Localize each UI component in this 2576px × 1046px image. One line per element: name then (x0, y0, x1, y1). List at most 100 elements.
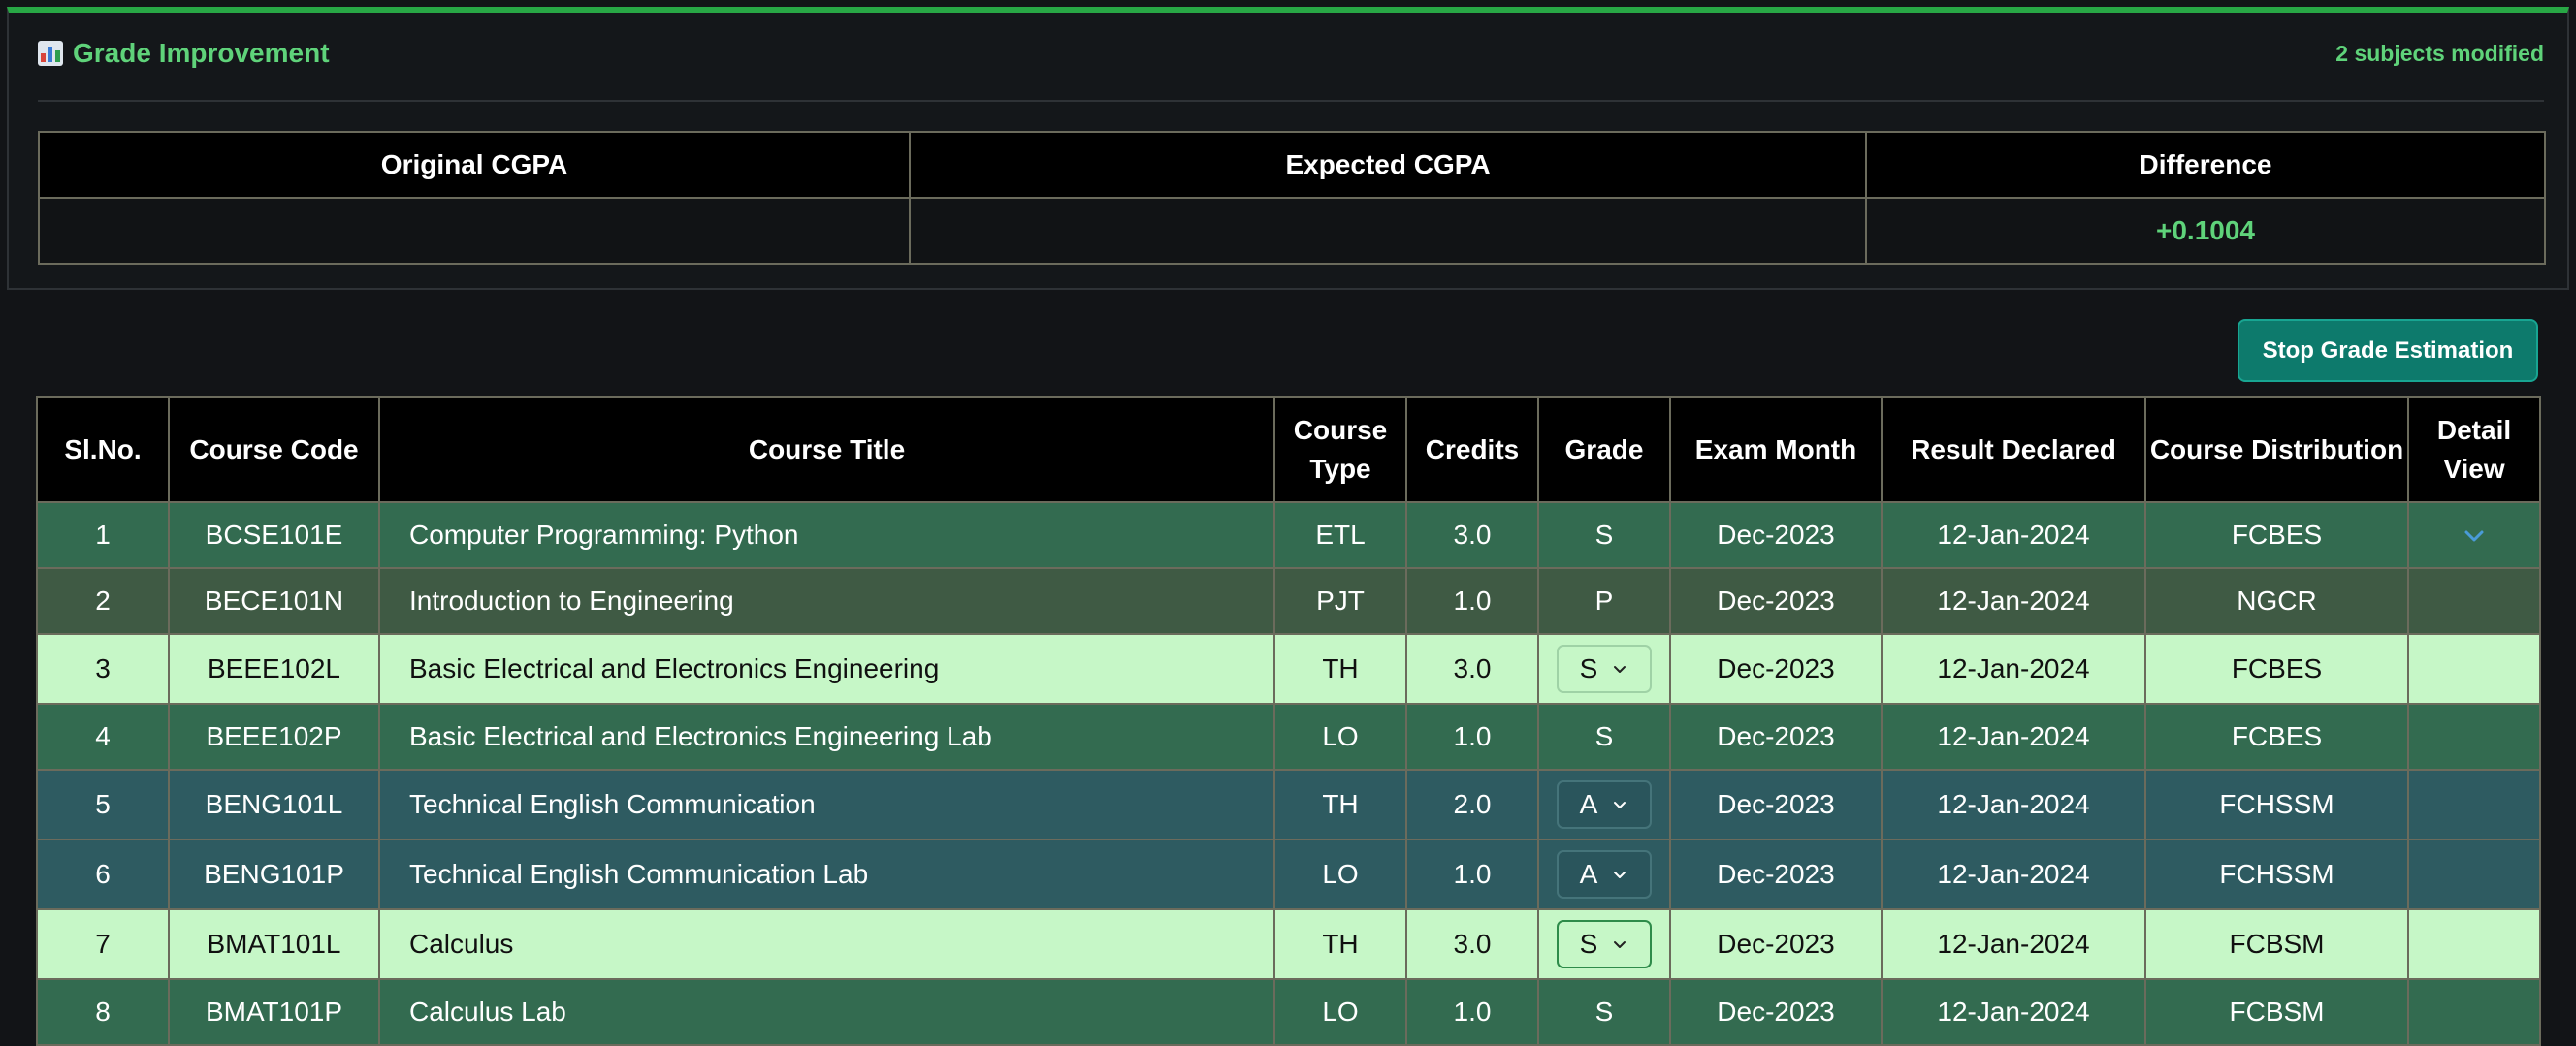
original-cgpa-value (38, 197, 911, 265)
grade-cell: A (1537, 839, 1671, 910)
course-type-cell: LO (1273, 703, 1407, 771)
course-distribution-cell: FCBES (2144, 501, 2409, 569)
slno-cell: 5 (36, 769, 170, 840)
expected-cgpa-value (909, 197, 1867, 265)
result-declared-cell: 12-Jan-2024 (1881, 769, 2146, 840)
grade-improvement-panel: Grade Improvement 2 subjects modified Or… (7, 7, 2569, 290)
credits-cell: 1.0 (1405, 839, 1539, 910)
table-row: 5 BENG101L Technical English Communicati… (36, 769, 2541, 840)
exam-month-header: Exam Month (1669, 396, 1883, 503)
expected-cgpa-header: Expected CGPA (909, 131, 1867, 199)
grade-cell: S (1537, 633, 1671, 705)
course-code-cell: BMAT101L (168, 908, 380, 980)
credits-cell: 3.0 (1405, 501, 1539, 569)
grade-cell: S (1537, 908, 1671, 980)
exam-month-cell: Dec-2023 (1669, 908, 1883, 980)
grade-select[interactable]: A (1557, 780, 1652, 829)
course-distribution-cell: FCHSSM (2144, 839, 2409, 910)
grade-select-value: A (1579, 789, 1598, 819)
exam-month-cell: Dec-2023 (1669, 839, 1883, 910)
panel-title: Grade Improvement (38, 38, 330, 69)
table-header-row: Sl.No. Course Code Course Title Course T… (36, 396, 2541, 503)
course-title-cell: Basic Electrical and Electronics Enginee… (378, 703, 1275, 771)
credits-cell: 2.0 (1405, 769, 1539, 840)
exam-month-cell: Dec-2023 (1669, 501, 1883, 569)
chevron-down-icon[interactable] (2460, 522, 2489, 551)
result-declared-cell: 12-Jan-2024 (1881, 703, 2146, 771)
course-title-header: Course Title (378, 396, 1275, 503)
chevron-down-icon (1614, 666, 1626, 673)
course-title-cell: Calculus (378, 908, 1275, 980)
exam-month-cell: Dec-2023 (1669, 567, 1883, 635)
grade-select[interactable]: S (1557, 645, 1652, 693)
course-distribution-cell: FCBES (2144, 703, 2409, 771)
detail-view-header: Detail View (2407, 396, 2541, 503)
course-type-cell: ETL (1273, 501, 1407, 569)
panel-title-text: Grade Improvement (73, 38, 330, 68)
course-code-header: Course Code (168, 396, 380, 503)
course-title-cell: Basic Electrical and Electronics Enginee… (378, 633, 1275, 705)
credits-cell: 1.0 (1405, 978, 1539, 1046)
course-title-cell: Computer Programming: Python (378, 501, 1275, 569)
panel-header: Grade Improvement 2 subjects modified (38, 34, 2544, 73)
divider (38, 100, 2544, 102)
result-declared-cell: 12-Jan-2024 (1881, 839, 2146, 910)
grade-header: Grade (1537, 396, 1671, 503)
chevron-down-icon (1614, 872, 1626, 878)
course-title-cell: Technical English Communication (378, 769, 1275, 840)
detail-view-cell (2407, 839, 2541, 910)
course-distribution-cell: NGCR (2144, 567, 2409, 635)
stop-grade-estimation-button[interactable]: Stop Grade Estimation (2238, 319, 2538, 382)
difference-value: +0.1004 (1865, 197, 2546, 265)
result-declared-cell: 12-Jan-2024 (1881, 908, 2146, 980)
course-code-cell: BENG101L (168, 769, 380, 840)
slno-header: Sl.No. (36, 396, 170, 503)
credits-cell: 1.0 (1405, 703, 1539, 771)
table-row: 8 BMAT101P Calculus Lab LO 1.0 S Dec-202… (36, 978, 2541, 1046)
course-title-cell: Introduction to Engineering (378, 567, 1275, 635)
course-code-cell: BMAT101P (168, 978, 380, 1046)
table-row: 6 BENG101P Technical English Communicati… (36, 839, 2541, 910)
slno-cell: 8 (36, 978, 170, 1046)
grade-select[interactable]: S (1557, 920, 1652, 968)
exam-month-cell: Dec-2023 (1669, 633, 1883, 705)
detail-view-cell (2407, 633, 2541, 705)
course-distribution-cell: FCHSSM (2144, 769, 2409, 840)
result-declared-cell: 12-Jan-2024 (1881, 633, 2146, 705)
course-distribution-cell: FCBES (2144, 633, 2409, 705)
course-type-cell: LO (1273, 978, 1407, 1046)
grade-select-value: S (1579, 653, 1598, 683)
grade-cell: S (1537, 703, 1671, 771)
grade-cell: A (1537, 769, 1671, 840)
table-row: 1 BCSE101E Computer Programming: Python … (36, 501, 2541, 569)
course-type-header: Course Type (1273, 396, 1407, 503)
course-type-cell: PJT (1273, 567, 1407, 635)
result-declared-cell: 12-Jan-2024 (1881, 501, 2146, 569)
slno-cell: 3 (36, 633, 170, 705)
detail-view-cell[interactable] (2407, 501, 2541, 569)
detail-view-cell (2407, 978, 2541, 1046)
slno-cell: 6 (36, 839, 170, 910)
exam-month-cell: Dec-2023 (1669, 769, 1883, 840)
course-type-cell: TH (1273, 908, 1407, 980)
grade-select-value: S (1579, 929, 1598, 959)
grade-select[interactable]: A (1557, 850, 1652, 899)
course-code-cell: BEEE102L (168, 633, 380, 705)
result-declared-cell: 12-Jan-2024 (1881, 978, 2146, 1046)
cgpa-summary-table: Original CGPA Expected CGPA Difference +… (38, 131, 2546, 265)
course-title-cell: Technical English Communication Lab (378, 839, 1275, 910)
credits-cell: 3.0 (1405, 633, 1539, 705)
original-cgpa-header: Original CGPA (38, 131, 911, 199)
chevron-down-icon (1614, 941, 1626, 948)
table-row: 2 BECE101N Introduction to Engineering P… (36, 567, 2541, 635)
course-code-cell: BECE101N (168, 567, 380, 635)
course-distribution-cell: FCBSM (2144, 908, 2409, 980)
grade-cell: S (1537, 501, 1671, 569)
slno-cell: 7 (36, 908, 170, 980)
table-row: 7 BMAT101L Calculus TH 3.0 S Dec-2023 12… (36, 908, 2541, 980)
grade-cell: S (1537, 978, 1671, 1046)
course-type-cell: TH (1273, 633, 1407, 705)
course-code-cell: BENG101P (168, 839, 380, 910)
course-grades-table: Sl.No. Course Code Course Title Course T… (36, 396, 2541, 1046)
course-type-cell: TH (1273, 769, 1407, 840)
